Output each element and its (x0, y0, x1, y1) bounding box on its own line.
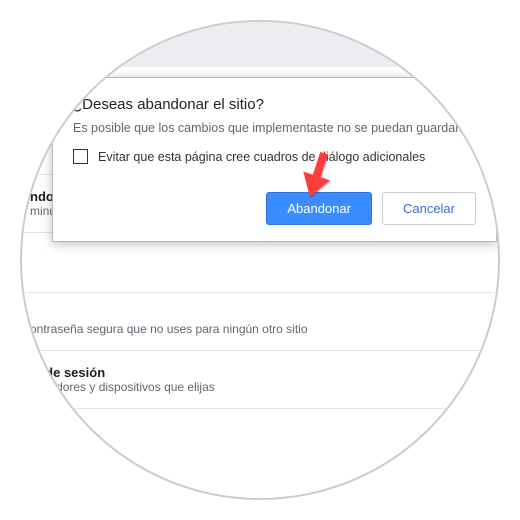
cancel-button[interactable]: Cancelar (382, 192, 476, 225)
row-title-fragment: do (30, 131, 46, 146)
row-title-fragment: io de sesión (30, 365, 105, 380)
dialog-subtitle: Es posible que los cambios que implement… (73, 121, 476, 135)
row-title-fragment: ndo (30, 189, 54, 204)
dialog-title: ¿Deseas abandonar el sitio? (73, 96, 476, 113)
settings-gap (22, 233, 498, 293)
row-subtitle-fragment: ontraseña segura que no uses para ningún… (30, 322, 308, 336)
suppress-dialogs-checkbox[interactable] (73, 149, 88, 164)
leave-site-dialog: ¿Deseas abandonar el sitio? Es posible q… (52, 77, 497, 242)
row-status-fragment: hor (30, 146, 47, 160)
settings-row: io de sesión vegadores y dispositivos qu… (22, 351, 498, 409)
dialog-button-row: Abandonar Cancelar (73, 192, 476, 225)
settings-row: ontraseña segura que no uses para ningún… (22, 293, 498, 351)
suppress-dialogs-label: Evitar que esta página cree cuadros de d… (98, 150, 425, 164)
suppress-dialogs-row[interactable]: Evitar que esta página cree cuadros de d… (73, 149, 476, 164)
row-subtitle-fragment: vegadores y dispositivos que elijas (30, 380, 215, 394)
leave-button[interactable]: Abandonar (266, 192, 372, 225)
page-header-bar (22, 22, 498, 67)
